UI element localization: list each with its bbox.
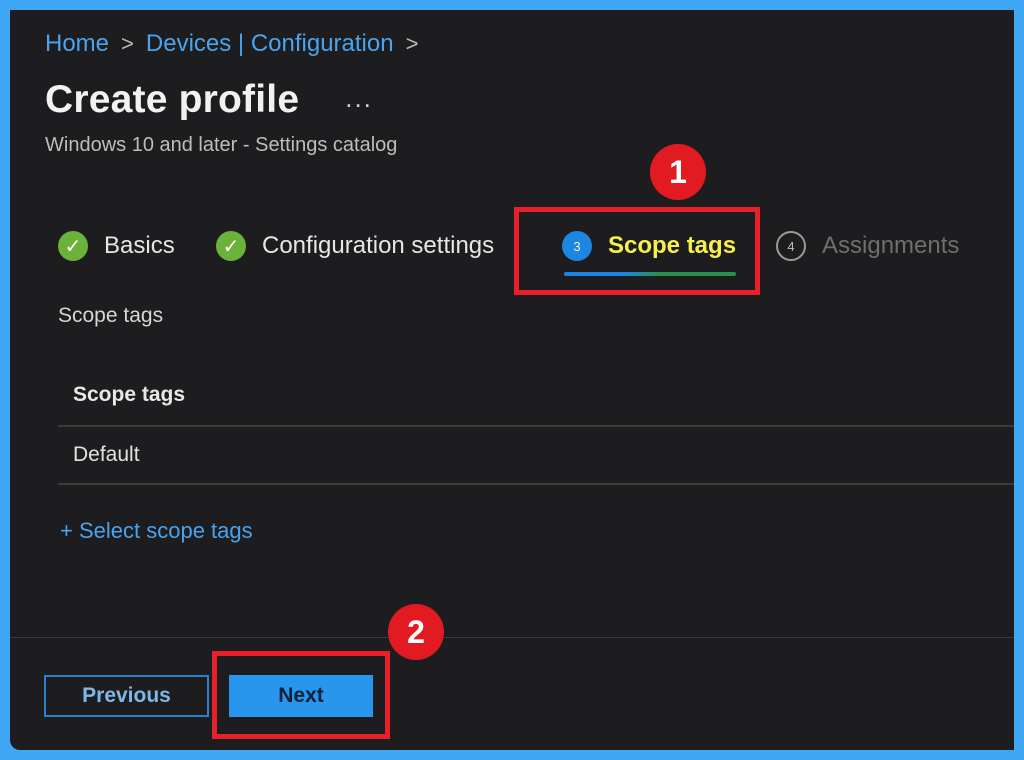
step-label: Configuration settings xyxy=(262,232,495,259)
scope-tags-table: Scope tags Default xyxy=(58,365,1014,485)
checkmark-icon: ✓ xyxy=(216,231,246,261)
create-profile-panel: Home > Devices | Configuration > Create … xyxy=(10,10,1014,750)
highlight-box-next xyxy=(212,651,390,739)
table-header: Scope tags xyxy=(58,365,1014,427)
footer-divider xyxy=(10,637,1014,638)
table-row: Default xyxy=(58,427,1014,485)
chevron-right-icon: > xyxy=(121,31,134,56)
highlight-box-scope-tags xyxy=(514,207,760,295)
chevron-right-icon: > xyxy=(405,31,419,56)
step-assignments[interactable]: 4 Assignments xyxy=(776,226,959,266)
checkmark-icon: ✓ xyxy=(58,231,88,261)
step-label: Assignments xyxy=(822,232,960,259)
breadcrumb-devices-link[interactable]: Devices | Configuration xyxy=(146,30,394,58)
breadcrumb-home-link[interactable]: Home xyxy=(45,30,109,58)
more-options-icon[interactable]: ... xyxy=(345,83,373,114)
breadcrumb: Home > Devices | Configuration > xyxy=(45,30,430,58)
step-label: Basics xyxy=(104,232,175,259)
section-label: Scope tags xyxy=(58,304,164,327)
page-subtitle: Windows 10 and later - Settings catalog xyxy=(45,134,398,156)
previous-button[interactable]: Previous xyxy=(44,675,209,717)
annotation-badge-1: 1 xyxy=(650,144,706,200)
step-number-4-icon: 4 xyxy=(776,231,806,261)
select-scope-tags-link[interactable]: + Select scope tags xyxy=(60,518,253,544)
step-basics[interactable]: ✓ Basics xyxy=(58,226,175,266)
page-title: Create profile xyxy=(45,78,300,121)
annotation-badge-2: 2 xyxy=(388,604,444,660)
title-row: Create profile ... xyxy=(45,78,373,122)
step-configuration-settings[interactable]: ✓ Configuration settings xyxy=(216,226,494,266)
